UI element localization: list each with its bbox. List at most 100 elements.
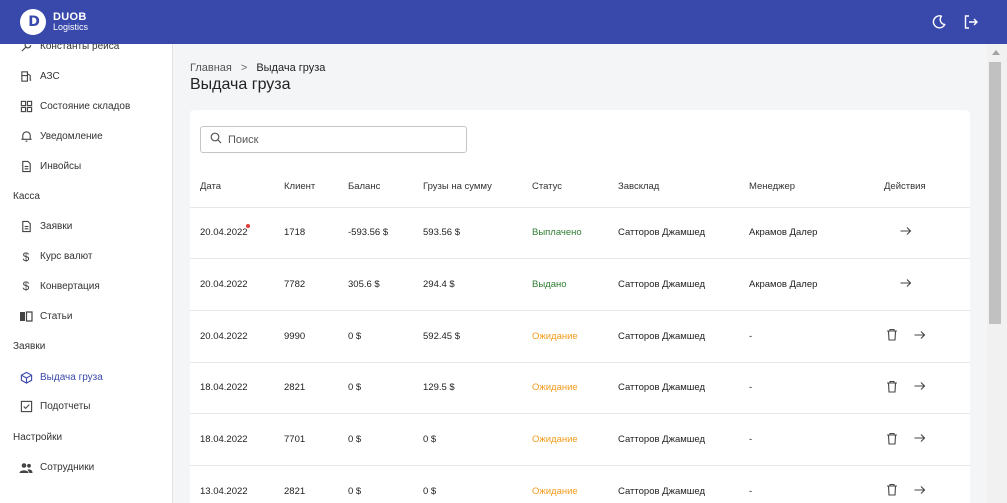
cell-client: 7782 [284,258,348,311]
cargo-table: Дата Клиент Баланс Грузы на сумму Статус… [190,166,970,503]
arrow-right-icon[interactable] [914,433,926,446]
cube-icon [19,370,33,384]
sidebar-item-conversion[interactable]: $ Конвертация [0,272,172,302]
chevron-right-icon: > [240,62,248,74]
column-header-warehouse[interactable]: Завсклад [618,166,749,208]
cell-manager: - [749,362,884,415]
cell-date: 18.04.2022 [190,362,284,415]
status-badge: Ожидание [532,413,618,466]
arrow-right-icon[interactable] [914,330,926,343]
logo-icon: D [20,9,46,35]
breadcrumb-home[interactable]: Главная [190,62,232,74]
unread-dot [246,223,250,228]
cell-date: 13.04.2022 [190,465,284,503]
table-row[interactable]: 20.04.2022 1718 -593.56 $ 593.56 $ Выпла… [190,207,970,260]
search-box[interactable] [200,126,467,153]
column-header-date[interactable]: Дата [190,166,284,208]
table-header-row: Дата Клиент Баланс Грузы на сумму Статус… [190,166,970,208]
sidebar-section-zayavki: Заявки [13,341,46,353]
cell-amount: 593.56 $ [423,207,532,260]
cell-date: 18.04.2022 [190,413,284,466]
cell-balance: 0 $ [348,465,423,503]
sidebar-item-warehouse-status[interactable]: Состояние складов [0,92,172,122]
sidebar-item-exchange-rates[interactable]: $ Курс валют [0,242,172,272]
cell-amount: 294.4 $ [423,258,532,311]
logo-title: DUOB [53,11,87,23]
cell-manager: Акрамов Далер [749,207,884,260]
cell-warehouse: Сатторов Джамшед [618,362,749,415]
sidebar-item-cargo-issue[interactable]: Выдача груза [0,362,172,392]
page-scrollbar[interactable] [987,44,1007,503]
cell-balance: 0 $ [348,413,423,466]
cell-amount: 129.5 $ [423,362,532,415]
cell-date: 20.04.2022 [200,227,248,239]
cell-manager: - [749,413,884,466]
cell-manager: - [749,465,884,503]
dollar-icon: $ [22,279,30,294]
cell-client: 2821 [284,465,348,503]
moon-icon[interactable] [931,14,947,30]
cell-manager: Акрамов Далер [749,258,884,311]
sidebar-item-invoices[interactable]: Инвойсы [0,151,172,181]
sidebar-section-kassa: Касса [13,190,40,202]
column-header-balance[interactable]: Баланс [348,166,423,208]
cargo-table-card: Дата Клиент Баланс Грузы на сумму Статус… [190,110,970,503]
column-header-amount[interactable]: Грузы на сумму [423,166,532,208]
sidebar-item-notifications[interactable]: Уведомление [0,121,172,151]
logout-icon[interactable] [963,14,979,30]
trash-icon[interactable] [886,432,898,448]
sidebar-item-reports[interactable]: Подотчеты [0,392,172,422]
column-header-status[interactable]: Статус [532,166,618,208]
sidebar-item-trip-constants[interactable]: Константы рейса [0,44,172,62]
table-row[interactable]: 20.04.2022 7782 305.6 $ 294.4 $ Выдано С… [190,258,970,311]
sidebar-item-employees[interactable]: Сотрудники [0,453,172,483]
page-title: Выдача груза [190,76,291,93]
document-icon [19,159,33,173]
sidebar-item-gas-station[interactable]: АЗС [0,62,172,92]
trash-icon[interactable] [886,380,898,396]
grid-icon [19,99,33,113]
cell-warehouse: Сатторов Джамшед [618,310,749,363]
wrench-icon [19,44,33,54]
table-row[interactable]: 18.04.2022 2821 0 $ 129.5 $ Ожидание Сат… [190,362,970,415]
trash-icon[interactable] [886,483,898,499]
arrow-right-icon[interactable] [900,226,912,239]
column-header-actions: Действия [884,166,970,208]
status-badge: Ожидание [532,465,618,503]
fuel-icon [19,70,33,84]
cell-date: 20.04.2022 [190,310,284,363]
arrow-right-icon[interactable] [914,485,926,498]
cell-date: 20.04.2022 [190,258,284,311]
search-input[interactable] [228,133,448,146]
cell-client: 7701 [284,413,348,466]
sidebar-item-articles[interactable]: Статьи [0,301,172,331]
column-header-manager[interactable]: Менеджер [749,166,884,208]
table-row[interactable]: 13.04.2022 2821 0 $ 0 $ Ожидание Сатторо… [190,465,970,503]
search-icon [210,131,222,149]
status-badge: Ожидание [532,310,618,363]
breadcrumb: Главная > Выдача груза [190,62,325,74]
cell-client: 2821 [284,362,348,415]
cell-balance: 0 $ [348,362,423,415]
checkbox-icon [19,400,33,414]
scrollbar-thumb[interactable] [989,62,1001,324]
cell-warehouse: Сатторов Джамшед [618,413,749,466]
cell-warehouse: Сатторов Джамшед [618,207,749,260]
column-header-client[interactable]: Клиент [284,166,348,208]
status-badge: Ожидание [532,362,618,415]
arrow-right-icon[interactable] [914,381,926,394]
arrow-right-icon[interactable] [900,278,912,291]
main-content: Главная > Выдача груза Выдача груза Дата… [174,44,987,503]
cell-warehouse: Сатторов Джамшед [618,258,749,311]
table-row[interactable]: 20.04.2022 9990 0 $ 592.45 $ Ожидание Са… [190,310,970,363]
table-row[interactable]: 18.04.2022 7701 0 $ 0 $ Ожидание Сатторо… [190,413,970,466]
sidebar-item-requests[interactable]: Заявки [0,212,172,242]
scroll-up-arrow-icon[interactable] [992,50,1000,55]
status-badge: Выплачено [532,207,618,260]
logo[interactable]: D DUOB Logistics [20,9,88,35]
cell-warehouse: Сатторов Джамшед [618,465,749,503]
trash-icon[interactable] [886,328,898,344]
book-icon [19,309,33,323]
cell-balance: 0 $ [348,310,423,363]
cell-balance: 305.6 $ [348,258,423,311]
